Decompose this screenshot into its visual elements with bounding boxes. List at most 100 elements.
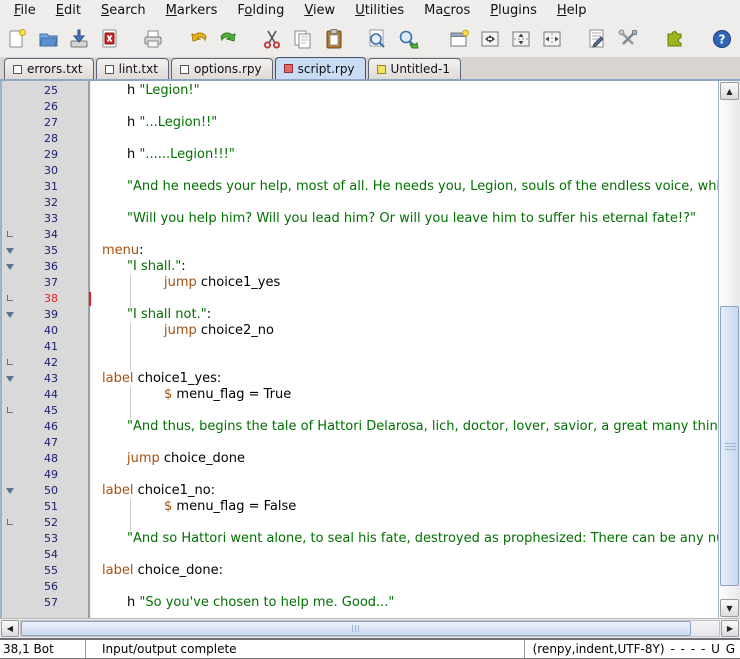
paste-button[interactable]	[321, 25, 346, 53]
buffer-tab-bar: errors.txtlint.txt options.rpy script.rpyU…	[0, 58, 740, 81]
new-view-button[interactable]	[446, 25, 471, 53]
code-line-text[interactable]	[88, 547, 718, 563]
menu-edit[interactable]: Edit	[46, 1, 91, 20]
scroll-down-button[interactable]: ▼	[720, 599, 739, 617]
code-line-text[interactable]	[88, 227, 718, 243]
find-button[interactable]	[364, 25, 389, 53]
menu-file[interactable]: File	[4, 1, 46, 20]
code-line-text[interactable]: "And he needs your help, most of all. He…	[88, 179, 718, 195]
horizontal-scrollbar-track[interactable]	[20, 620, 720, 637]
code-line-text[interactable]: "And so Hattori went alone, to seal his …	[88, 531, 718, 547]
tab-lint-txt[interactable]: lint.txt	[96, 58, 169, 79]
code-line-text[interactable]: h "...Legion!!"	[88, 115, 718, 131]
indent-guide	[130, 387, 131, 403]
menu-macros[interactable]: Macros	[414, 1, 480, 20]
fold-toggle[interactable]	[2, 371, 18, 387]
token-str: "......Legion!!!"	[139, 147, 234, 162]
redo-button[interactable]	[216, 25, 241, 53]
token-str: "Will you help him? Will you lead him? O…	[127, 211, 696, 226]
tab-options-rpy[interactable]: options.rpy	[171, 58, 273, 79]
code-line-text[interactable]: jump choice_done	[88, 451, 718, 467]
code-line-text[interactable]: menu:	[88, 243, 718, 259]
code-line-text[interactable]: label choice_done:	[88, 563, 718, 579]
help-button[interactable]: ?	[709, 25, 734, 53]
horizontal-scrollbar-thumb[interactable]	[21, 621, 691, 636]
code-line-text[interactable]: label choice1_yes:	[88, 371, 718, 387]
menu-help[interactable]: Help	[547, 1, 597, 20]
menu-plugins[interactable]: Plugins	[480, 1, 547, 20]
token-str: "I shall not."	[127, 307, 207, 322]
open-file-button[interactable]	[35, 25, 60, 53]
token-str: "And he needs your help, most of all. He…	[127, 179, 718, 194]
tab-script-rpy[interactable]: script.rpy	[275, 57, 366, 79]
new-file-button[interactable]	[4, 25, 29, 53]
code-line-text[interactable]: h "......Legion!!!"	[88, 147, 718, 163]
code-line-text[interactable]	[88, 131, 718, 147]
code-line-text[interactable]	[88, 467, 718, 483]
split-vertical-button[interactable]	[539, 25, 564, 53]
fold-margin	[2, 291, 18, 307]
menu-view[interactable]: View	[294, 1, 345, 20]
copy-button[interactable]	[290, 25, 315, 53]
menu-utilities[interactable]: Utilities	[345, 1, 414, 20]
buffer-options-button[interactable]	[584, 25, 609, 53]
code-line-text[interactable]: "I shall not.":	[88, 307, 718, 323]
tab-untitled-1[interactable]: Untitled-1	[368, 58, 461, 79]
code-line-text[interactable]	[88, 403, 718, 419]
code-line-text[interactable]: h "Legion!"	[88, 83, 718, 99]
fold-collapse-icon	[6, 376, 14, 382]
fold-toggle[interactable]	[2, 307, 18, 323]
tab-errors-txt[interactable]: errors.txt	[4, 58, 94, 79]
scroll-left-button[interactable]: ◀	[1, 620, 19, 637]
caret-position-status[interactable]: 38,1 Bot	[0, 640, 86, 658]
find-again-button[interactable]	[395, 25, 420, 53]
fold-toggle[interactable]	[2, 259, 18, 275]
scroll-right-button[interactable]: ▶	[721, 620, 739, 637]
unsplit-button[interactable]	[477, 25, 502, 53]
save-file-button[interactable]	[66, 25, 91, 53]
code-line-text[interactable]: label choice1_no:	[88, 483, 718, 499]
buffer-status-icon	[377, 65, 386, 74]
code-line-text[interactable]	[88, 163, 718, 179]
split-horizontal-button[interactable]	[508, 25, 533, 53]
code-line-text[interactable]: "And thus, begins the tale of Hattori De…	[88, 419, 718, 435]
code-line-text[interactable]: jump choice2_no	[88, 323, 718, 339]
code-line-text[interactable]: $ menu_flag = False	[88, 499, 718, 515]
code-line-text[interactable]: $ menu_flag = True	[88, 387, 718, 403]
text-area[interactable]: 25h "Legion!"2627h "...Legion!!"2829h ".…	[2, 81, 718, 618]
code-line: 37jump choice1_yes	[2, 275, 718, 291]
code-line-text[interactable]	[88, 579, 718, 595]
scroll-up-button[interactable]: ▲	[720, 82, 739, 100]
horizontal-scrollbar[interactable]: ◀ ▶	[0, 618, 740, 638]
code-line-text[interactable]	[88, 355, 718, 371]
fold-margin	[2, 451, 18, 467]
plugin-manager-button[interactable]	[662, 25, 687, 53]
vertical-scrollbar-thumb[interactable]	[720, 306, 739, 586]
fold-toggle[interactable]	[2, 483, 18, 499]
buffer-mode-status[interactable]: (renpy,indent,UTF-8Y) - - - - U G	[524, 640, 740, 658]
code-line-text[interactable]	[88, 99, 718, 115]
code-line-text[interactable]	[88, 195, 718, 211]
open-file-icon	[37, 28, 59, 50]
undo-button[interactable]	[185, 25, 210, 53]
menu-markers[interactable]: Markers	[156, 1, 228, 20]
code-line-text[interactable]: h "So you've chosen to help me. Good..."	[88, 595, 718, 611]
global-options-button[interactable]	[615, 25, 640, 53]
code-line-text[interactable]: jump choice1_yes	[88, 275, 718, 291]
code-line: 42	[2, 355, 718, 371]
fold-toggle[interactable]	[2, 243, 18, 259]
code-line-text[interactable]: "Will you help him? Will you lead him? O…	[88, 211, 718, 227]
tab-label: options.rpy	[194, 62, 262, 76]
code-line-text[interactable]	[88, 291, 718, 307]
print-button[interactable]	[140, 25, 165, 53]
menu-folding[interactable]: Folding	[227, 1, 294, 20]
code-line-text[interactable]	[88, 515, 718, 531]
code-line-text[interactable]	[88, 435, 718, 451]
code-line-text[interactable]	[88, 339, 718, 355]
close-buffer-button[interactable]	[97, 25, 122, 53]
indent-guide	[130, 339, 131, 355]
cut-button[interactable]	[259, 25, 284, 53]
vertical-scrollbar[interactable]: ▲ ▼	[718, 81, 740, 618]
menu-search[interactable]: Search	[91, 1, 156, 20]
code-line-text[interactable]: "I shall.":	[88, 259, 718, 275]
